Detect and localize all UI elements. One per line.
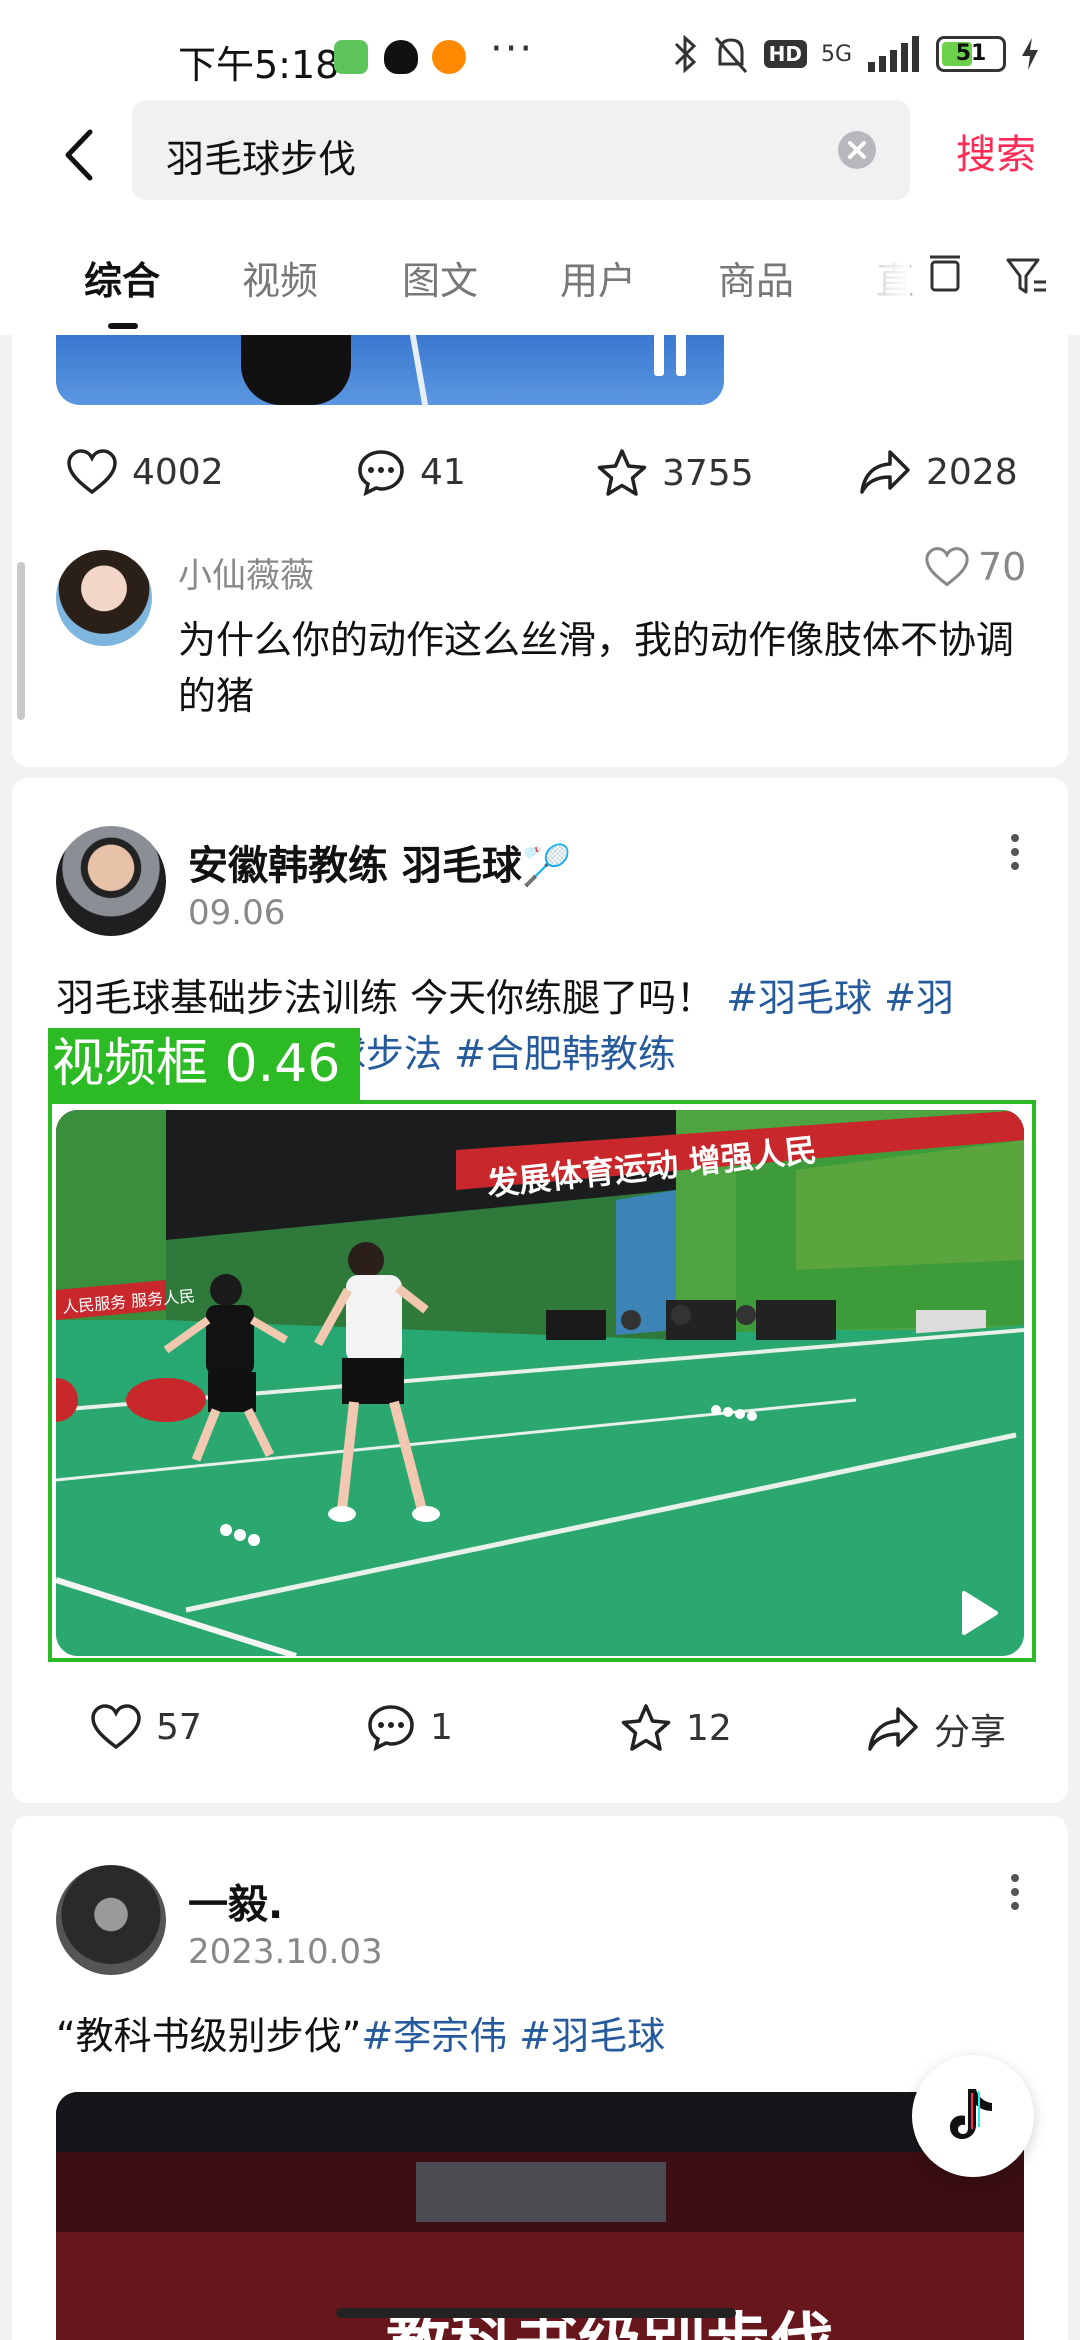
video-figure xyxy=(241,335,351,405)
heart-outline-icon xyxy=(925,547,969,587)
network-label: 5G xyxy=(820,41,852,67)
tab-products[interactable]: 商品 xyxy=(718,250,794,305)
battery-label: 51 xyxy=(955,41,987,66)
post2-comment-count: 1 xyxy=(430,1706,453,1748)
tab-users[interactable]: 用户 xyxy=(560,250,636,305)
post2-share-button[interactable]: 分享 xyxy=(866,1703,1006,1755)
post2-favorite-count: 12 xyxy=(686,1707,732,1749)
author-avatar[interactable] xyxy=(56,1865,166,1975)
heart-icon xyxy=(91,1704,141,1750)
post1-favorite-count: 3755 xyxy=(662,452,754,494)
post-text: “教科书级别步伐” xyxy=(56,2014,362,2058)
post2-share-label: 分享 xyxy=(934,1712,1007,1753)
post1-favorite-button[interactable]: 3755 xyxy=(596,448,754,498)
more-notifications-icon: ··· xyxy=(490,26,535,72)
post1-comment-count: 41 xyxy=(420,451,466,493)
star-icon xyxy=(621,1704,671,1751)
search-header: 羽毛球步伐 搜索 xyxy=(0,100,1080,210)
post-description: “教科书级别步伐”#李宗伟 #羽毛球 xyxy=(56,2008,1016,2064)
status-indicators: HD 5G 51 xyxy=(672,32,1040,76)
result-tabs: 综合 视频 图文 用户 商品 直 xyxy=(0,210,1080,335)
share-icon xyxy=(860,450,910,494)
post-hashtags-line1[interactable]: #羽毛球 #羽 xyxy=(726,976,954,1020)
scroll-indicator[interactable] xyxy=(17,562,25,720)
search-input[interactable]: 羽毛球步伐 xyxy=(132,100,910,200)
search-button[interactable]: 搜索 xyxy=(956,122,1036,180)
post1-share-count: 2028 xyxy=(926,451,1018,493)
tab-video[interactable]: 视频 xyxy=(242,250,318,305)
post-hashtags[interactable]: #李宗伟 #羽毛球 xyxy=(361,2014,665,2058)
more-options-icon[interactable] xyxy=(1000,822,1030,882)
hd-badge: HD xyxy=(763,40,807,68)
charging-icon xyxy=(1022,38,1038,70)
qq-icon xyxy=(384,40,418,74)
battery-icon: 51 xyxy=(936,36,1006,72)
tab-fade xyxy=(850,210,910,335)
tab-image-text[interactable]: 图文 xyxy=(402,250,478,305)
post2-comment-button[interactable]: 1 xyxy=(366,1703,453,1751)
tab-general[interactable]: 综合 xyxy=(84,250,160,305)
status-bar: 下午5:18 ··· HD 5G 51 xyxy=(0,0,1080,100)
post2-like-count: 57 xyxy=(156,1706,202,1748)
home-indicator[interactable] xyxy=(336,2308,736,2318)
commenter-name[interactable]: 小仙薇薇 xyxy=(178,548,314,597)
mute-bell-icon xyxy=(714,37,747,73)
heart-icon xyxy=(67,449,117,495)
comment-icon xyxy=(368,1705,414,1751)
post1-like-count: 4002 xyxy=(132,451,224,493)
clear-search-icon[interactable] xyxy=(838,131,876,169)
comment-like-button[interactable]: 70 xyxy=(924,545,1026,589)
post1-share-button[interactable]: 2028 xyxy=(858,448,1018,496)
post1-video-thumbnail[interactable] xyxy=(56,335,724,405)
author-avatar[interactable] xyxy=(56,826,166,936)
back-arrow-icon[interactable] xyxy=(50,120,110,190)
filter-icon[interactable] xyxy=(1004,252,1050,298)
post2-like-button[interactable]: 57 xyxy=(90,1703,202,1751)
author-name[interactable]: 一毅. xyxy=(188,1872,283,1930)
author-name[interactable]: 安徽韩教练 羽毛球🏸 xyxy=(188,833,572,891)
commenter-avatar[interactable] xyxy=(56,550,152,646)
post-date: 2023.10.03 xyxy=(188,1932,383,1972)
comment-like-count: 70 xyxy=(978,545,1027,589)
pause-icon[interactable] xyxy=(654,332,664,376)
layout-toggle-icon[interactable] xyxy=(922,252,968,298)
detection-label: 视频框 0.46 xyxy=(48,1028,360,1100)
douyin-logo-icon xyxy=(950,2089,992,2139)
detection-box xyxy=(48,1100,1036,1662)
post-text: 羽毛球基础步法训练 今天你练腿了吗！ xyxy=(56,976,715,1020)
bluetooth-icon xyxy=(674,34,696,74)
active-tab-indicator xyxy=(108,323,138,329)
share-icon xyxy=(868,1707,918,1751)
status-time: 下午5:18 xyxy=(178,43,340,87)
comment-icon xyxy=(358,450,404,496)
douyin-float-button[interactable] xyxy=(912,2055,1034,2177)
app-notification-icon xyxy=(334,40,368,74)
signal-icon xyxy=(868,36,919,72)
star-icon xyxy=(597,449,647,496)
video-court-line xyxy=(409,335,429,405)
post1-comment-button[interactable]: 41 xyxy=(356,448,466,496)
search-query: 羽毛球步伐 xyxy=(166,137,357,181)
pause-icon-bar xyxy=(676,332,686,376)
post1-like-button[interactable]: 4002 xyxy=(66,448,224,496)
app58-icon xyxy=(432,40,466,74)
comment-text: 为什么你的动作这么丝滑，我的动作像肢体不协调的猪 xyxy=(178,618,1015,718)
more-options-icon[interactable] xyxy=(1000,1862,1030,1922)
post-date: 09.06 xyxy=(188,893,286,933)
post2-favorite-button[interactable]: 12 xyxy=(620,1703,732,1753)
post3-video-thumbnail[interactable]: 教科书级别步伐 xyxy=(56,2092,1024,2340)
